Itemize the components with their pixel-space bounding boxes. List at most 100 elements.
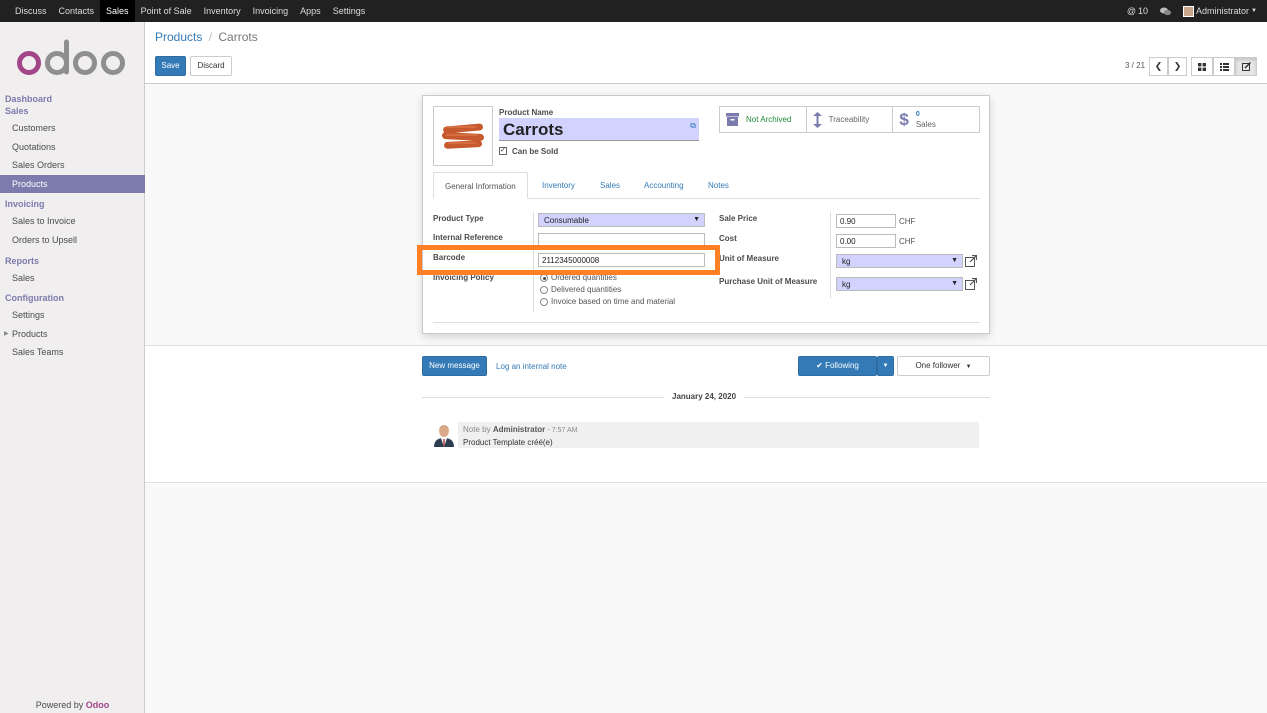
control-panel: Products / Carrots Save Discard 3 / 21 ❮…: [145, 22, 1267, 84]
followers-button[interactable]: One follower ▼: [897, 356, 990, 376]
sidebar-item-label: Products: [12, 328, 48, 339]
archive-button[interactable]: Not Archived: [720, 107, 807, 132]
sidebar-item-sales-orders[interactable]: Sales Orders: [0, 156, 145, 175]
menu-invoicing[interactable]: Invoicing: [247, 0, 295, 22]
product-image[interactable]: [433, 106, 493, 166]
sidebar-section-dashboard[interactable]: Dashboard: [0, 93, 145, 105]
sales-stat: 0 Sales: [916, 110, 936, 130]
user-menu[interactable]: Administrator ▼: [1183, 5, 1257, 17]
user-avatar: [1183, 5, 1195, 17]
product-name-label: Product Name: [499, 108, 554, 117]
purchase-uom-value: kg: [842, 280, 851, 289]
sidebar-item-orders-to-upsell[interactable]: Orders to Upsell: [0, 231, 145, 250]
pager-next[interactable]: ❯: [1168, 57, 1187, 76]
systray: @ 10 Administrator ▼: [1127, 0, 1267, 22]
product-type-select[interactable]: Consumable ▼: [538, 213, 705, 227]
tab-inventory[interactable]: Inventory: [531, 172, 586, 199]
edit-icon: [1241, 62, 1251, 71]
powered-by: Powered by Odoo: [0, 700, 145, 710]
odoo-link[interactable]: Odoo: [86, 700, 110, 710]
activity-notifications[interactable]: @ 10: [1127, 6, 1148, 16]
sales-count: 0: [915, 110, 920, 118]
sidebar-section-invoicing[interactable]: Invoicing: [0, 198, 145, 210]
pager-previous[interactable]: ❮: [1149, 57, 1168, 76]
tab-notes[interactable]: Notes: [697, 172, 740, 199]
purchase-uom-select[interactable]: kg ▼: [836, 277, 963, 291]
product-name-input[interactable]: Carrots ⧉: [499, 118, 699, 141]
view-form[interactable]: [1235, 57, 1257, 76]
kanban-icon: [1198, 62, 1206, 71]
message-note: Note by Administrator - 7:57 AM Product …: [458, 422, 979, 448]
sidebar-item-sales-teams[interactable]: Sales Teams: [0, 343, 145, 362]
tab-accounting[interactable]: Accounting: [633, 172, 695, 199]
sidebar-section-configuration[interactable]: Configuration: [0, 292, 145, 304]
following-label: Following: [825, 361, 859, 370]
dollar-icon: $: [899, 109, 909, 129]
notification-count: 10: [1138, 6, 1149, 16]
sidebar-item-customers[interactable]: Customers: [0, 119, 145, 138]
discard-button[interactable]: Discard: [190, 56, 232, 76]
view-list[interactable]: [1213, 57, 1235, 76]
tab-general-information[interactable]: General Information: [433, 172, 528, 199]
message-author[interactable]: Administrator: [493, 425, 545, 434]
cost-input[interactable]: 0.00: [836, 234, 896, 248]
chat-bubbles-icon: [1160, 7, 1172, 15]
save-button[interactable]: Save: [155, 56, 186, 76]
sales-stat-button[interactable]: $ 0 Sales: [893, 107, 979, 132]
radio-delivered-quantities[interactable]: [540, 286, 548, 294]
tab-sales[interactable]: Sales: [589, 172, 631, 199]
radio-invoice-time-material[interactable]: [540, 298, 548, 306]
sale-price-input[interactable]: 0.90: [836, 214, 896, 228]
chat-button[interactable]: [1160, 7, 1172, 16]
carrots-image: [441, 123, 484, 149]
traceability-button[interactable]: Traceability: [807, 107, 894, 132]
note-by-label: Note by: [463, 425, 491, 434]
view-kanban[interactable]: [1191, 57, 1213, 76]
sale-price-label: Sale Price: [719, 214, 758, 223]
sales-stat-label: Sales: [915, 119, 936, 129]
menu-discuss[interactable]: Discuss: [9, 0, 53, 22]
breadcrumb-current: Carrots: [218, 30, 258, 44]
caret-down-icon: ▼: [1251, 8, 1257, 14]
top-navbar: Discuss Contacts Sales Point of Sale Inv…: [0, 0, 1267, 22]
menu-settings[interactable]: Settings: [327, 0, 372, 22]
breadcrumb-separator: /: [208, 30, 213, 44]
sidebar-section-sales[interactable]: Sales: [0, 105, 145, 117]
new-message-button[interactable]: New message: [422, 356, 487, 376]
following-dropdown[interactable]: ▼: [877, 356, 894, 376]
form-sheet: Product Name Carrots ⧉ ✓ Can be Sold Not…: [422, 95, 990, 334]
following-button[interactable]: ✔ Following: [798, 356, 877, 376]
menu-sales[interactable]: Sales: [100, 0, 135, 22]
external-link-icon[interactable]: [965, 255, 977, 267]
external-link-icon[interactable]: [965, 278, 977, 290]
menu-contacts[interactable]: Contacts: [53, 0, 101, 22]
uom-select[interactable]: kg ▼: [836, 254, 963, 268]
menu-inventory[interactable]: Inventory: [198, 0, 247, 22]
sidebar-item-products[interactable]: Products: [0, 174, 145, 194]
chatter: New message Log an internal note ✔ Follo…: [145, 346, 1267, 483]
can-be-sold-checkbox[interactable]: ✓: [499, 147, 507, 155]
can-be-sold-label: Can be Sold: [512, 147, 559, 156]
sidebar-section-reports[interactable]: Reports: [0, 255, 145, 267]
archive-icon: [726, 113, 739, 126]
sidebar-item-quotations[interactable]: Quotations: [0, 138, 145, 157]
sidebar-item-sales-to-invoice[interactable]: Sales to Invoice: [0, 212, 145, 231]
radio-ordered-quantities[interactable]: [540, 274, 548, 282]
sheet-divider: [433, 322, 980, 323]
breadcrumb: Products / Carrots: [155, 30, 258, 44]
caret-down-icon: ▼: [965, 364, 972, 370]
translate-icon[interactable]: ⧉: [690, 121, 696, 131]
breadcrumb-products[interactable]: Products: [155, 30, 202, 44]
sidebar-item-config-products[interactable]: ▶ Products: [0, 325, 145, 344]
delivered-quantities-label: Delivered quantities: [551, 285, 622, 294]
menu-apps[interactable]: Apps: [294, 0, 327, 22]
sale-price-currency: CHF: [899, 217, 916, 226]
menu-point-of-sale[interactable]: Point of Sale: [135, 0, 198, 22]
log-note-link[interactable]: Log an internal note: [496, 362, 567, 371]
archive-label: Not Archived: [746, 115, 792, 124]
sidebar-item-reports-sales[interactable]: Sales: [0, 269, 145, 288]
smart-buttons: Not Archived Traceability $ 0 Sales: [719, 106, 980, 133]
pager-value: 3 / 21: [1125, 61, 1146, 70]
sidebar-item-settings[interactable]: Settings: [0, 306, 145, 325]
powered-by-text: Powered by: [35, 700, 84, 710]
